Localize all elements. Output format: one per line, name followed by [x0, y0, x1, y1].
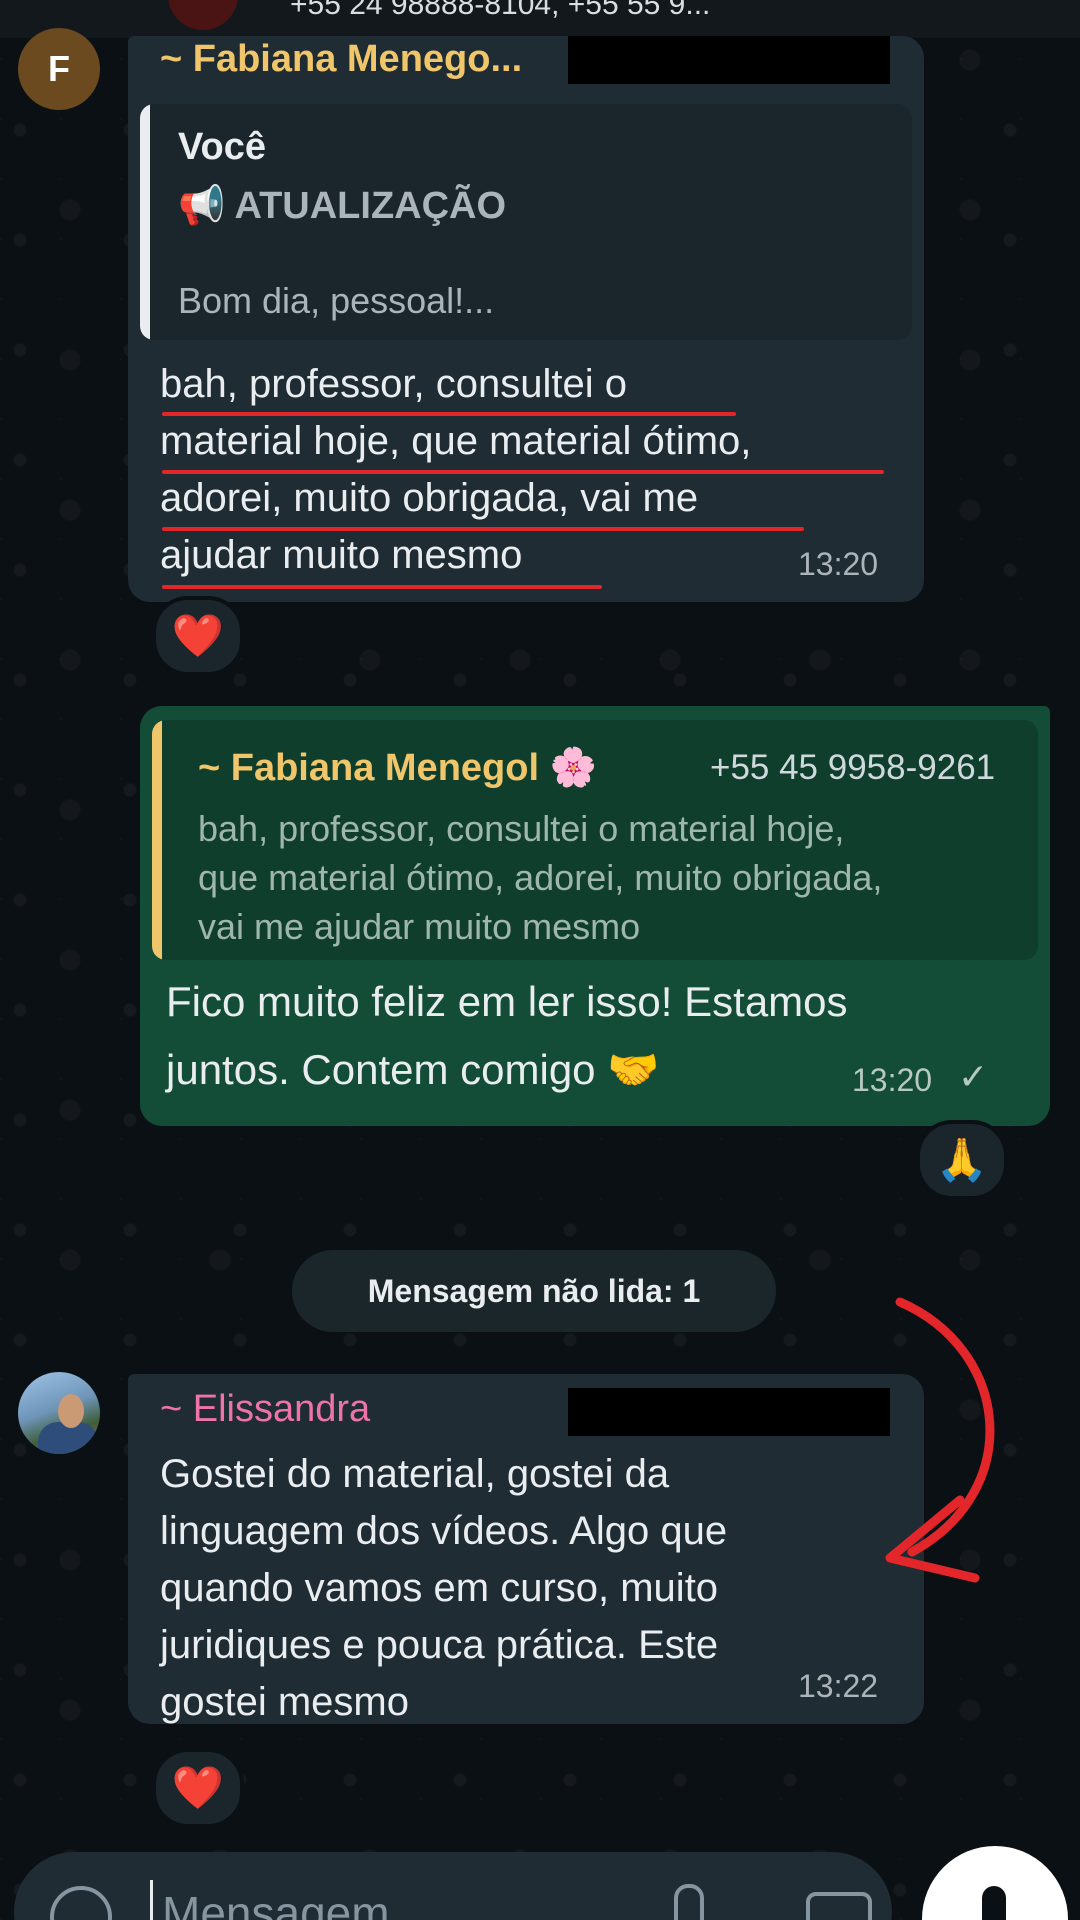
message-time: 13:20 — [852, 1062, 933, 1098]
chat-header[interactable]: +55 24 98888-8104, +55 55 9... — [0, 0, 1080, 38]
annotation-arrow — [885, 1297, 995, 1583]
message-text: Gostei do material, gostei da linguagem … — [160, 1446, 727, 1731]
message-bubble-incoming[interactable]: ~ Elissandra Gostei do material, gostei … — [128, 1374, 924, 1724]
reaction-badge[interactable]: ❤️ — [152, 1748, 244, 1828]
attach-icon[interactable] — [674, 1884, 704, 1920]
quote-author: Você — [178, 126, 267, 168]
annotation-underline — [162, 585, 602, 589]
avatar-letter: F — [48, 48, 70, 89]
annotation-underline — [162, 527, 804, 531]
message-line: adorei, muito obrigada, vai me — [160, 476, 699, 520]
unread-divider: Mensagem não lida: 1 — [292, 1250, 776, 1332]
reaction-badge[interactable]: 🙏 — [916, 1120, 1008, 1200]
message-bubble-incoming[interactable]: ~ Fabiana Menego... Você 📢 ATUALIZAÇÃO B… — [128, 36, 924, 602]
message-input[interactable]: Mensagem — [162, 1886, 390, 1920]
quote-author: ~ Fabiana Menegol 🌸 — [198, 747, 597, 789]
sender-name[interactable]: ~ Elissandra — [160, 1388, 370, 1431]
quote-bar — [140, 104, 150, 340]
avatar[interactable]: F — [18, 28, 100, 110]
text-cursor — [150, 1880, 153, 1920]
message-time: 13:20 — [798, 546, 879, 582]
message-line: gostei mesmo — [160, 1680, 409, 1724]
quoted-message[interactable]: ~ Fabiana Menegol 🌸 +55 45 9958-9261 bah… — [152, 720, 1038, 960]
quote-line: que material ótimo, adorei, muito obriga… — [198, 857, 883, 898]
sender-name[interactable]: ~ Fabiana Menego... — [160, 38, 522, 81]
annotation-underline — [162, 412, 736, 416]
reaction-badge[interactable]: ❤️ — [152, 596, 244, 676]
quote-phone: +55 45 9958-9261 — [710, 748, 996, 787]
message-composer[interactable]: Mensagem — [14, 1852, 892, 1920]
chat-screen: +55 24 98888-8104, +55 55 9... F ~ Fabia… — [0, 0, 1080, 1920]
message-line: linguagem dos vídeos. Algo que — [160, 1509, 728, 1553]
quote-title: 📢 ATUALIZAÇÃO — [178, 185, 507, 227]
message-line: Fico muito feliz em ler isso! Estamos — [166, 978, 848, 1025]
message-line: bah, professor, consultei o — [160, 362, 627, 406]
quote-preview: Bom dia, pessoal!... — [178, 280, 495, 321]
mic-button[interactable] — [922, 1846, 1068, 1920]
avatar[interactable] — [18, 1372, 100, 1454]
quote-bar — [152, 720, 162, 960]
quote-line: vai me ajudar muito mesmo — [198, 906, 641, 947]
emoji-icon[interactable] — [50, 1886, 112, 1920]
quote-text: bah, professor, consultei o material hoj… — [198, 804, 882, 951]
message-line: ajudar muito mesmo — [160, 533, 523, 577]
mic-icon — [982, 1886, 1006, 1920]
message-line: material hoje, que material ótimo, — [160, 419, 752, 463]
avatar-photo — [58, 1394, 84, 1428]
message-line: Gostei do material, gostei da — [160, 1452, 670, 1496]
message-line: juridiques e pouca prática. Este — [160, 1623, 719, 1667]
message-time: 13:22 — [798, 1668, 879, 1704]
message-bubble-outgoing[interactable]: ~ Fabiana Menegol 🌸 +55 45 9958-9261 bah… — [140, 706, 1050, 1126]
redacted-phone — [568, 36, 890, 84]
quoted-message[interactable]: Você 📢 ATUALIZAÇÃO Bom dia, pessoal!... — [140, 104, 912, 340]
group-avatar[interactable] — [168, 0, 238, 30]
camera-icon[interactable] — [806, 1892, 872, 1920]
message-line: quando vamos em curso, muito — [160, 1566, 719, 1610]
quote-line: bah, professor, consultei o material hoj… — [198, 808, 845, 849]
redacted-phone — [568, 1388, 890, 1436]
group-members-text: +55 24 98888-8104, +55 55 9... — [290, 0, 711, 21]
annotation-underline — [162, 470, 884, 474]
message-line: juntos. Contem comigo 🤝 — [166, 1046, 660, 1093]
message-text: Fico muito feliz em ler isso! Estamos ju… — [166, 968, 848, 1104]
sent-check-icon: ✓ — [958, 1056, 989, 1097]
